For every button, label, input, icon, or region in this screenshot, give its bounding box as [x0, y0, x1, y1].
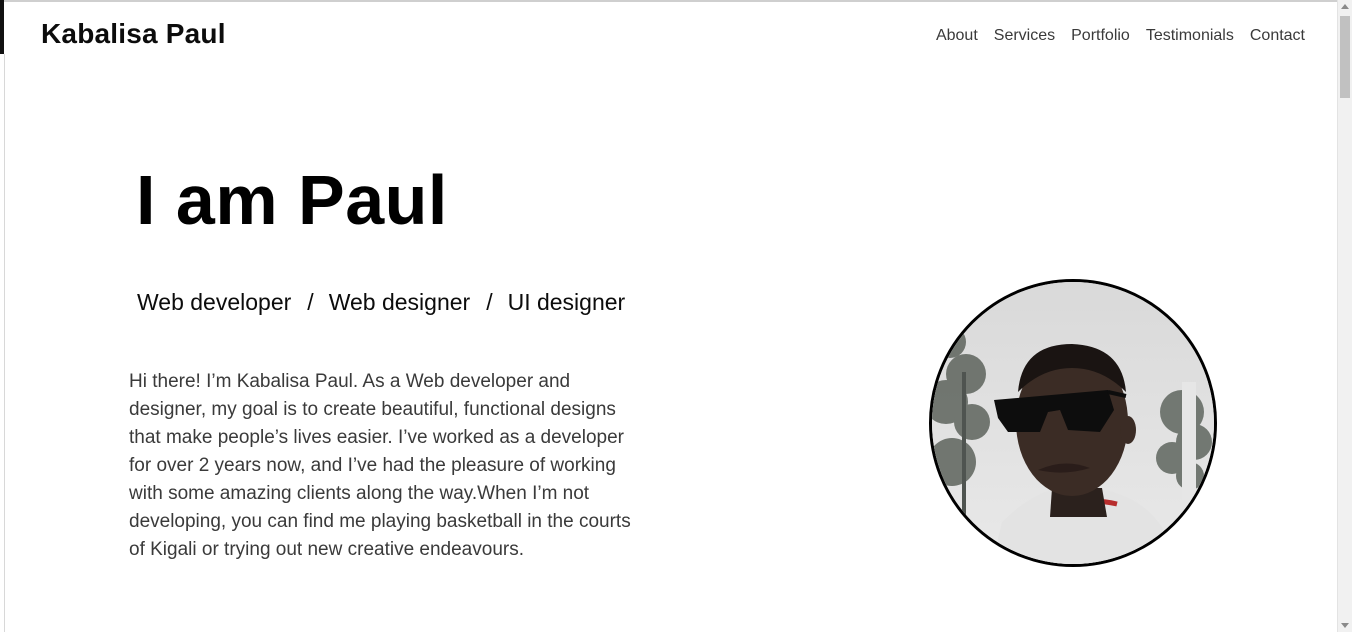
left-divider-line — [4, 54, 5, 632]
scroll-thumb[interactable] — [1340, 16, 1350, 98]
left-accent-bar — [0, 0, 4, 54]
nav-portfolio[interactable]: Portfolio — [1071, 27, 1130, 45]
roles-line: Web developer / Web designer / UI design… — [137, 289, 625, 316]
window-top-border — [0, 0, 1340, 2]
nav-testimonials[interactable]: Testimonials — [1146, 27, 1234, 45]
nav-about[interactable]: About — [936, 27, 978, 45]
role-web-developer: Web developer — [137, 289, 292, 315]
role-web-designer: Web designer — [328, 289, 471, 315]
nav-services[interactable]: Services — [994, 27, 1055, 45]
role-ui-designer: UI designer — [507, 289, 626, 315]
nav-contact[interactable]: Contact — [1250, 27, 1305, 45]
role-separator: / — [486, 289, 493, 315]
scroll-down-arrow-icon[interactable] — [1341, 623, 1349, 628]
main-nav: About Services Portfolio Testimonials Co… — [936, 27, 1305, 45]
profile-photo — [929, 279, 1217, 567]
site-brand[interactable]: Kabalisa Paul — [41, 18, 226, 50]
profile-photo-illustration — [932, 282, 1214, 564]
vertical-scrollbar[interactable] — [1337, 0, 1352, 632]
role-separator: / — [307, 289, 314, 315]
bio-paragraph: Hi there! I’m Kabalisa Paul. As a Web de… — [129, 371, 631, 560]
scroll-up-arrow-icon[interactable] — [1341, 4, 1349, 9]
hero-title: I am Paul — [136, 161, 448, 239]
